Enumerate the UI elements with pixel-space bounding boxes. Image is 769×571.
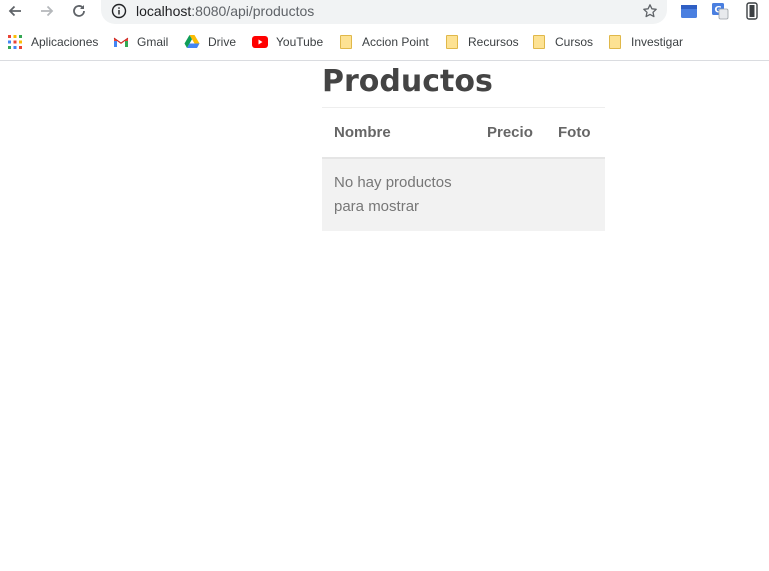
browser-chrome: localhost:8080/api/productos G Aplicacio… <box>0 0 769 61</box>
bookmark-label: Drive <box>208 35 237 49</box>
folder-icon <box>607 34 623 50</box>
bookmark-investigar[interactable]: Investigar <box>607 31 683 53</box>
forward-button[interactable] <box>35 0 59 22</box>
bookmark-accion-point[interactable]: Accion Point <box>338 31 429 53</box>
extension-phone-icon[interactable] <box>742 1 762 21</box>
url-host: localhost <box>136 3 192 19</box>
page-content: Productos Nombre Precio Foto No hay prod… <box>0 61 769 571</box>
bookmark-aplicaciones[interactable]: Aplicaciones <box>7 31 98 53</box>
bookmark-recursos[interactable]: Recursos <box>444 31 519 53</box>
address-bar[interactable]: localhost:8080/api/productos <box>101 0 667 24</box>
bookmark-star-icon[interactable] <box>641 2 659 20</box>
column-header-precio: Precio <box>487 107 558 159</box>
bookmark-label: Cursos <box>555 35 594 49</box>
bookmark-label: Accion Point <box>362 35 429 49</box>
drive-icon <box>184 34 200 50</box>
reload-icon <box>73 5 85 17</box>
bookmark-youtube[interactable]: YouTube <box>252 31 323 53</box>
bookmark-cursos[interactable]: Cursos <box>531 31 593 53</box>
column-header-foto: Foto <box>558 107 605 159</box>
bookmark-label: Gmail <box>137 35 169 49</box>
back-button[interactable] <box>3 0 27 22</box>
empty-message: No hay productos para mostrar <box>334 174 452 215</box>
back-arrow-icon <box>8 5 21 17</box>
browser-toolbar: localhost:8080/api/productos G <box>0 0 769 24</box>
bookmarks-bar: Aplicaciones Gmail Drive YouTube Accion … <box>0 31 769 53</box>
extension-translate-icon[interactable]: G <box>710 1 730 21</box>
apps-grid-icon <box>7 34 23 50</box>
url-path: :8080/api/productos <box>191 3 315 19</box>
folder-icon <box>531 34 547 50</box>
youtube-icon <box>252 34 268 50</box>
table-header-row: Nombre Precio Foto <box>322 107 605 159</box>
bookmark-label: YouTube <box>276 35 324 49</box>
empty-message-cell: No hay productos para mostrar <box>322 158 605 231</box>
table-row: No hay productos para mostrar <box>322 158 605 231</box>
products-table: Nombre Precio Foto No hay productos para… <box>322 107 605 231</box>
folder-icon <box>444 34 460 50</box>
extension-reader-icon[interactable] <box>679 1 699 21</box>
bookmark-label: Recursos <box>468 35 519 49</box>
column-header-nombre: Nombre <box>322 107 487 159</box>
bookmark-label: Investigar <box>631 35 684 49</box>
address-url[interactable]: localhost:8080/api/productos <box>136 2 314 20</box>
site-info-icon[interactable] <box>110 2 128 20</box>
gmail-icon <box>113 34 129 50</box>
page-title: Productos <box>322 64 493 99</box>
reload-button[interactable] <box>67 0 91 22</box>
forward-arrow-icon <box>41 5 54 17</box>
bookmark-label: Aplicaciones <box>31 35 99 49</box>
bookmark-gmail[interactable]: Gmail <box>113 31 168 53</box>
bookmark-drive[interactable]: Drive <box>184 31 236 53</box>
folder-icon <box>338 34 354 50</box>
